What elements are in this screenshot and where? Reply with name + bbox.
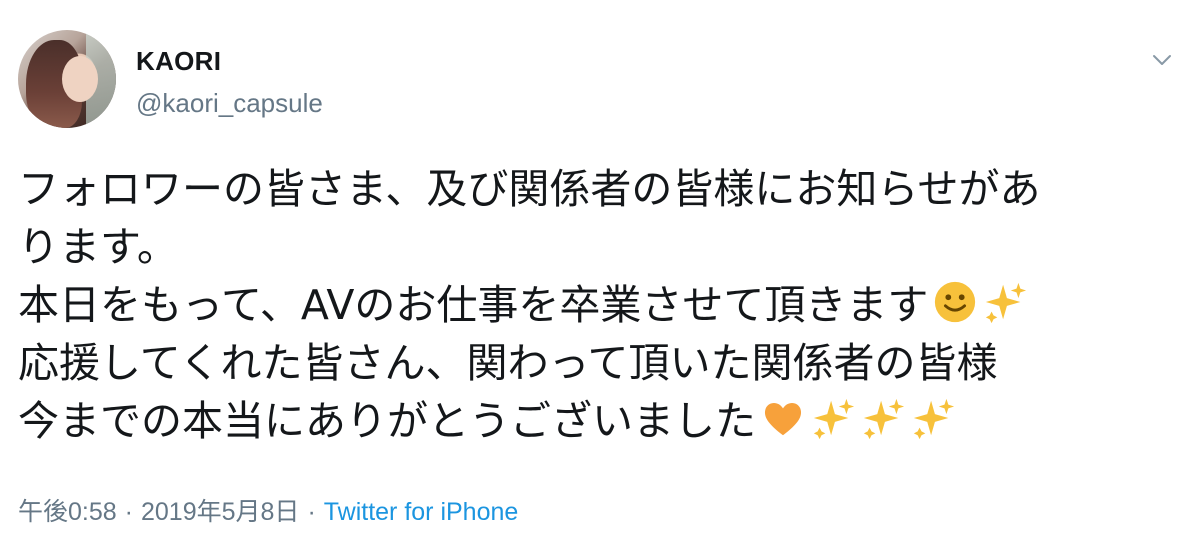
author-display-name[interactable]: KAORI — [136, 46, 221, 77]
orange-heart-emoji — [764, 403, 802, 436]
sparkles-emoji — [863, 398, 905, 440]
avatar[interactable] — [18, 30, 116, 128]
tweet-card: KAORI @kaori_capsule フォロワーの皆さま、及び関係者の皆様に… — [0, 0, 1190, 548]
sparkles-emoji — [813, 398, 855, 440]
tweet-metadata: 午後0:58 · 2019年5月8日 · Twitter for iPhone — [18, 492, 518, 528]
tweet-line: 本日をもって、AVのお仕事を卒業させて頂きます — [18, 276, 1178, 334]
tweet-text: フォロワーの皆さま、及び関係者の皆様にお知らせがあ ります。 本日をもって、AV… — [18, 160, 1178, 450]
tweet-line: フォロワーの皆さま、及び関係者の皆様にお知らせがあ — [18, 165, 1041, 213]
tweet-line-text: 今までの本当にありがとうございました — [18, 397, 756, 445]
tweet-source-link[interactable]: Twitter for iPhone — [324, 498, 519, 526]
tweet-line: ります。 — [18, 223, 178, 271]
separator: · — [307, 498, 316, 526]
chevron-down-icon[interactable] — [1150, 48, 1174, 72]
author-handle[interactable]: @kaori_capsule — [136, 88, 323, 119]
sparkles-emoji — [986, 282, 1027, 324]
tweet-time[interactable]: 午後0:58 — [18, 498, 117, 526]
sparkles-emoji — [913, 398, 955, 440]
tweet-line: 今までの本当にありがとうございました — [18, 392, 1178, 450]
tweet-date[interactable]: 2019年5月8日 — [141, 498, 299, 526]
tweet-line: 応援してくれた皆さん、関わって頂いた関係者の皆様 — [18, 339, 998, 387]
separator: · — [124, 498, 133, 526]
tweet-line-text: 本日をもって、AVのお仕事を卒業させて頂きます — [18, 281, 929, 329]
avatar-face — [62, 56, 98, 102]
slightly-smiling-face-emoji — [935, 281, 976, 323]
